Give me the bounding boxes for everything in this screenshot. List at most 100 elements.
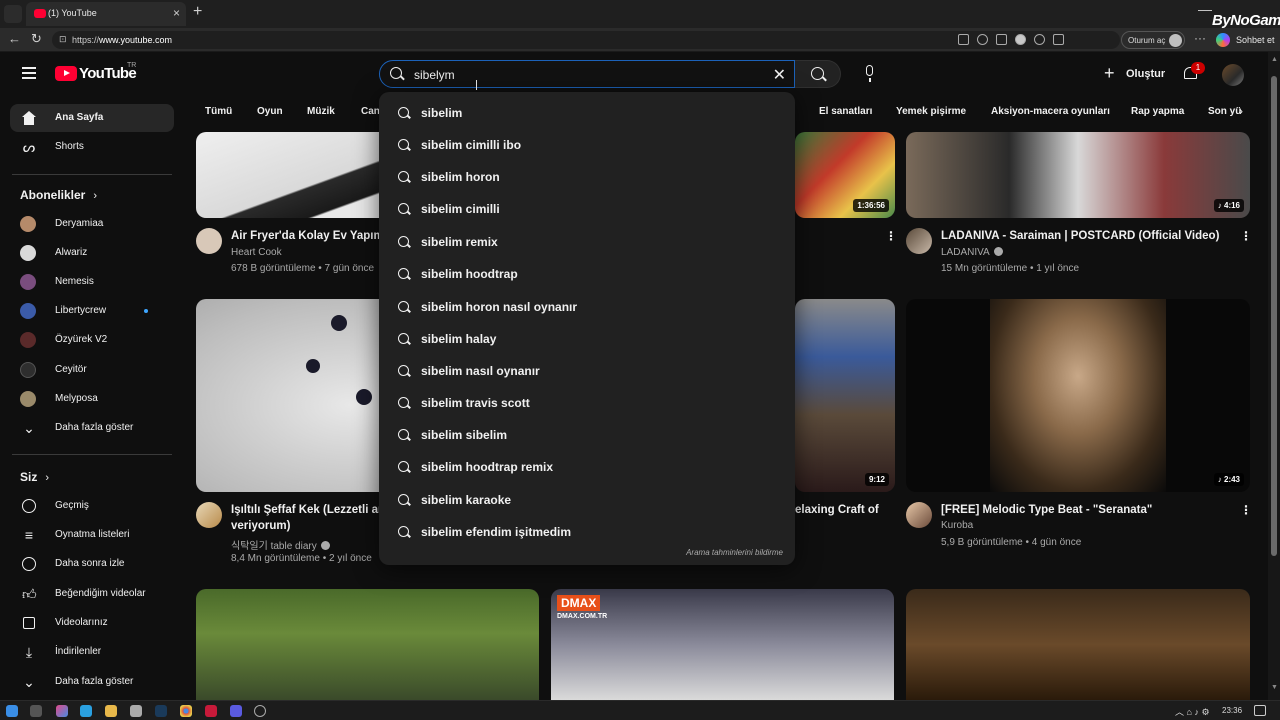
suggestion-item[interactable]: sibelim halay xyxy=(379,323,795,355)
clock[interactable]: 23:36 xyxy=(1222,706,1242,715)
chip-gaming[interactable]: Oyun xyxy=(257,106,283,117)
youtube-logo-icon[interactable] xyxy=(55,66,77,81)
suggestion-item[interactable]: sibelim sibelim xyxy=(379,419,795,451)
sidebar-subscription[interactable]: Özyürek V2 xyxy=(10,326,174,354)
video-thumbnail[interactable]: ♪ 4:16 xyxy=(906,132,1250,218)
suggestion-item[interactable]: sibelim travis scott xyxy=(379,387,795,419)
sidebar-item-downloads[interactable]: ⤓ İndirilenler xyxy=(10,638,174,666)
chip-cooking[interactable]: Yemek pişirme xyxy=(896,106,966,117)
chrome-icon[interactable] xyxy=(180,705,192,717)
sidebar-subscription[interactable]: Deryamiaa xyxy=(10,210,174,238)
sidebar-item-your-videos[interactable]: Videolarınız xyxy=(10,609,174,637)
chip-rap[interactable]: Rap yapma xyxy=(1131,106,1184,117)
browser-menu-icon[interactable]: ··· xyxy=(1194,31,1206,45)
task-view-icon[interactable] xyxy=(30,705,42,717)
channel-name[interactable]: 식탁일기 table diary xyxy=(231,537,330,552)
obs-icon[interactable] xyxy=(254,705,266,717)
sidebar-item-history[interactable]: Geçmiş xyxy=(10,492,174,520)
suggestion-item[interactable]: sibelim efendim işitmedim xyxy=(379,516,795,548)
notification-center-icon[interactable] xyxy=(1254,705,1266,716)
video-thumbnail[interactable] xyxy=(196,589,539,700)
sidebar-subscription[interactable]: Melyposa xyxy=(10,385,174,413)
suggestion-item[interactable]: sibelim horon xyxy=(379,161,795,193)
video-thumbnail[interactable]: 1:36:56 xyxy=(795,132,895,218)
app-available-icon[interactable] xyxy=(958,34,969,45)
sidebar-subscription[interactable]: Ceyitör xyxy=(10,356,174,384)
sidebar-subscription[interactable]: Nemesis xyxy=(10,268,174,296)
chip-crafts[interactable]: El sanatları xyxy=(819,106,872,117)
extension-icon[interactable] xyxy=(1015,34,1026,45)
app-icon[interactable] xyxy=(56,705,68,717)
app-icon[interactable] xyxy=(205,705,217,717)
channel-name[interactable]: Heart Cook xyxy=(231,247,282,258)
page-scrollbar[interactable]: ▲ ▼ xyxy=(1268,52,1280,700)
search-box[interactable]: ✕ xyxy=(379,60,795,88)
browser-tab-youtube[interactable]: (1) YouTube × xyxy=(26,2,186,26)
more-options-icon[interactable]: ⋮ xyxy=(885,229,897,243)
copilot-icon[interactable] xyxy=(1216,33,1230,47)
file-explorer-icon[interactable] xyxy=(105,705,117,717)
copilot-label[interactable]: Sohbet et xyxy=(1236,35,1275,45)
you-heading[interactable]: Siz › xyxy=(20,470,49,484)
channel-name[interactable]: Kuroba xyxy=(941,520,973,531)
channel-avatar[interactable] xyxy=(906,502,932,528)
suggestion-item[interactable]: sibelim cimilli xyxy=(379,193,795,225)
clear-search-icon[interactable]: ✕ xyxy=(773,65,786,85)
video-title[interactable]: [FREE] Melodic Type Beat - "Seranata" xyxy=(941,503,1231,518)
video-title[interactable]: LADANIVA - Saraiman | POSTCARD (Official… xyxy=(941,229,1231,244)
reload-icon[interactable]: ↻ xyxy=(31,31,42,47)
suggestion-item[interactable]: sibelim nasıl oynanır xyxy=(379,355,795,387)
suggestion-item[interactable]: sibelim cimilli ibo xyxy=(379,129,795,161)
suggestion-item[interactable]: sibelim horon nasıl oynanır xyxy=(379,291,795,323)
sidebar-show-more[interactable]: ⌄ Daha fazla göster xyxy=(10,668,174,696)
url-field[interactable]: ⊡ https://www.youtube.com xyxy=(52,31,1120,49)
back-arrow-icon[interactable]: ← xyxy=(8,31,21,46)
extensions-puzzle-icon[interactable] xyxy=(1034,34,1045,45)
chip-all[interactable]: Tümü xyxy=(205,106,232,117)
site-info-icon[interactable]: ⊡ xyxy=(59,34,67,45)
subscriptions-heading[interactable]: Abonelikler › xyxy=(20,188,97,202)
suggestion-item[interactable]: sibelim hoodtrap remix xyxy=(379,451,795,483)
window-minimize-button[interactable]: — xyxy=(1198,1,1212,17)
suggestion-item[interactable]: sibelim remix xyxy=(379,226,795,258)
more-options-icon[interactable]: ⋮ xyxy=(1240,229,1252,243)
sidebar-item-watch-later[interactable]: Daha sonra izle xyxy=(10,550,174,578)
video-thumbnail[interactable]: DMAX DMAX.COM.TR xyxy=(551,589,894,700)
channel-avatar[interactable] xyxy=(196,502,222,528)
app-icon[interactable] xyxy=(130,705,142,717)
chip-action-adventure[interactable]: Aksiyon-macera oyunları xyxy=(991,106,1110,117)
sidebar-item-shorts[interactable]: ᔕ Shorts xyxy=(10,133,174,161)
sidebar-show-more[interactable]: ⌄ Daha fazla göster xyxy=(10,414,174,442)
tab-list-button[interactable] xyxy=(4,5,22,23)
favorites-icon[interactable] xyxy=(1053,34,1064,45)
chevron-right-icon[interactable]: › xyxy=(1239,104,1243,118)
system-tray-icons[interactable]: ︿ ⌂ ♪ ⚙ xyxy=(1175,705,1210,718)
scroll-up-icon[interactable]: ▲ xyxy=(1271,56,1278,63)
channel-name[interactable]: LADANIVA xyxy=(941,247,1003,258)
video-thumbnail[interactable]: ♪ 2:43 xyxy=(906,299,1250,492)
video-title[interactable]: Işıltılı Şeffaf Kek (Lezzetli ar xyxy=(231,503,379,518)
search-input[interactable] xyxy=(414,68,754,82)
new-tab-button[interactable]: + xyxy=(193,3,202,21)
chip-music[interactable]: Müzik xyxy=(307,106,335,117)
zoom-icon[interactable] xyxy=(977,34,988,45)
suggestion-item[interactable]: sibelim xyxy=(379,97,795,129)
edge-browser-icon[interactable] xyxy=(80,705,92,717)
browser-signin-button[interactable]: Oturum aç xyxy=(1121,31,1185,49)
steam-icon[interactable] xyxy=(155,705,167,717)
sidebar-item-home[interactable]: Ana Sayfa xyxy=(10,104,174,132)
sidebar-item-liked-videos[interactable]: 👍︎ Beğendiğim videolar xyxy=(10,580,174,608)
scroll-down-icon[interactable]: ▼ xyxy=(1271,684,1278,691)
suggestion-item[interactable]: sibelim karaoke xyxy=(379,484,795,516)
more-options-icon[interactable]: ⋮ xyxy=(1240,503,1252,517)
discord-icon[interactable] xyxy=(230,705,242,717)
sidebar-subscription[interactable]: Libertycrew xyxy=(10,297,174,325)
video-title-line2[interactable]: veriyorum) xyxy=(231,519,379,534)
channel-avatar[interactable] xyxy=(906,228,932,254)
chip-recently-uploaded[interactable]: Son yü xyxy=(1208,106,1241,117)
menu-hamburger-icon[interactable] xyxy=(22,67,36,79)
video-thumbnail[interactable]: 9:12 xyxy=(795,299,895,492)
search-button[interactable] xyxy=(795,60,841,88)
report-predictions-link[interactable]: Arama tahminlerini bildirme xyxy=(686,548,783,557)
channel-avatar[interactable] xyxy=(196,228,222,254)
